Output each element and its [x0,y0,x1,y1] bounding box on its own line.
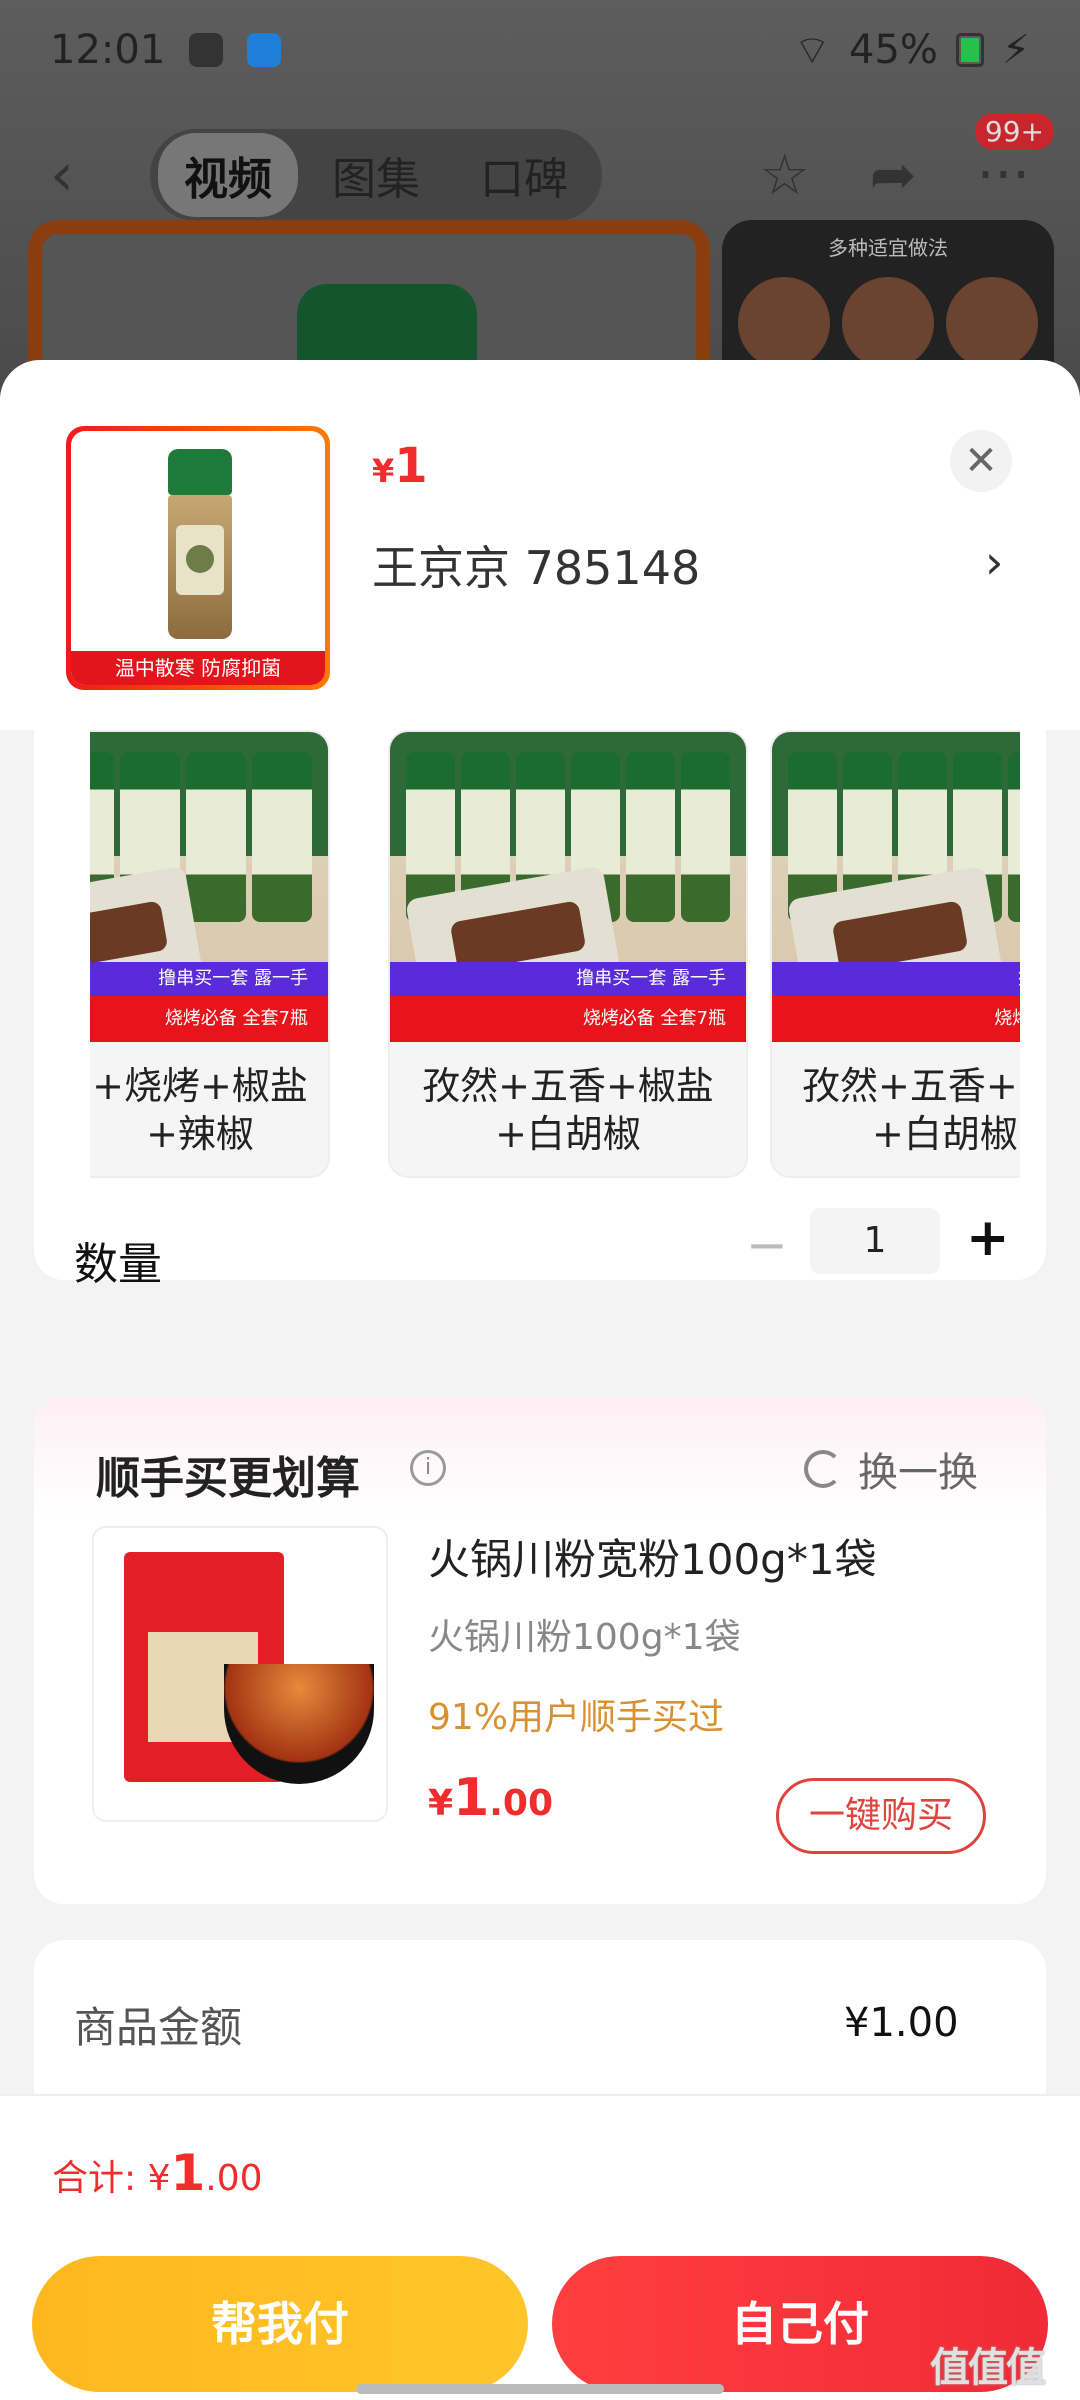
sku-image[interactable]: 温中散寒 防腐抑菌 [66,426,330,690]
status-bar: 12:01 ⌔ 45% ⚡ [0,0,1080,100]
top-nav: ‹ 视频 图集 口碑 ☆ ➦ ··· 99+ [0,112,1080,225]
share-icon[interactable]: ➦ [870,143,917,208]
sku-price: ¥1 [372,438,428,494]
quantity-input[interactable]: 1 [810,1208,940,1274]
option-card[interactable]: 撸串买一套 露一手 烧烤必备 全套7瓶 +烧烤+椒盐 +辣椒 [90,730,330,1178]
amount-label: 商品金额 [74,2003,243,2052]
notification-badge: 99+ [974,112,1054,150]
pepper-bottle-image [168,449,232,639]
option-label-line1: 孜然+五香+ [802,1064,1018,1108]
combo-product-spec: 火锅川粉100g*1袋 [428,1617,741,1658]
battery-percent: 45% [849,27,938,73]
sku-spec-name: 王京京 785148 [372,541,701,595]
combo-product-name[interactable]: 火锅川粉宽粉100g*1袋 [428,1526,877,1587]
option-label-line1: +烧烤+椒盐 [92,1064,308,1108]
close-button[interactable]: ✕ [950,430,1012,492]
refresh-label: 换一换 [858,1450,978,1496]
options-scroller[interactable]: 撸串买一套 露一手 烧烤必备 全套7瓶 +烧烤+椒盐 +辣椒 撸串买一套 露一手烧… [90,730,1020,1178]
chevron-right-icon[interactable]: › [985,535,1003,589]
combo-product-image[interactable] [92,1526,388,1822]
option-label-line2: +白胡椒 [495,1112,641,1156]
tab-gallery[interactable]: 图集 [306,133,446,217]
battery-icon [955,33,984,67]
top-actions: ☆ ➦ ··· 99+ [759,112,1054,208]
charging-icon: ⚡ [1001,27,1030,73]
status-time: 12:01 [50,27,166,73]
combo-card: 顺手买更划算 i 换一换 火锅川粉宽粉100g*1袋 火锅川粉100g*1袋 9… [34,1396,1046,1904]
refresh-button[interactable]: 换一换 [804,1440,978,1498]
checkout-footer: 合计: ¥1.00 帮我付 自己付 [0,2094,1080,2400]
qq-icon [189,33,224,67]
wifi-icon: ⌔ [793,28,831,74]
amount-value: ¥1.00 [844,2000,959,2046]
quantity-plus-button[interactable]: + [966,1208,1010,1268]
combo-title: 顺手买更划算 [96,1453,360,1504]
combo-price: ¥1.00 [428,1768,554,1828]
home-indicator[interactable] [356,2384,724,2394]
total-price: 合计: ¥1.00 [52,2144,263,2202]
purchase-sheet: 温中散寒 防腐抑菌 ¥1 王京京 785148 ✕ › 撸串买一套 露一手 烧烤必… [0,360,1080,2400]
sku-image-strip: 温中散寒 防腐抑菌 [71,651,325,685]
back-chevron-icon[interactable]: ‹ [50,140,110,210]
option-card[interactable]: 撸串买一套 露一手 烧烤必备 全套7瓶 孜然+五香+椒盐 +白胡椒 [388,730,748,1178]
media-tabs: 视频 图集 口碑 [150,129,602,221]
tab-reviews[interactable]: 口碑 [454,133,594,217]
watermark-logo: 值值值 [930,2345,1046,2391]
tab-video[interactable]: 视频 [158,133,298,217]
options-card: 撸串买一套 露一手 烧烤必备 全套7瓶 +烧烤+椒盐 +辣椒 撸串买一套 露一手烧… [34,730,1046,1290]
browser-icon [247,33,282,67]
option-label-line2: +辣椒 [146,1112,254,1156]
refresh-icon [804,1450,842,1488]
quantity-minus-button[interactable]: − [746,1216,788,1274]
option-card[interactable]: 撸串买一套烧烤必备 全套 孜然+五香+ +白胡椒 [770,730,1020,1178]
quantity-label: 数量 [74,1239,162,1290]
side-thumbnail-caption: 多种适宜做法 [828,236,948,260]
option-label-line2: +白胡椒 [872,1112,1018,1156]
more-icon[interactable]: ··· [977,143,1030,208]
option-label-line1: 孜然+五香+椒盐 [422,1064,714,1108]
help-me-pay-button[interactable]: 帮我付 [32,2256,528,2392]
info-icon[interactable]: i [410,1450,446,1486]
combo-percent-bought: 91%用户顺手买过 [428,1697,725,1738]
sku-header: 温中散寒 防腐抑菌 ¥1 王京京 785148 ✕ › [0,360,1080,730]
one-click-buy-button[interactable]: 一键购买 [776,1778,986,1854]
star-icon[interactable]: ☆ [759,143,809,208]
